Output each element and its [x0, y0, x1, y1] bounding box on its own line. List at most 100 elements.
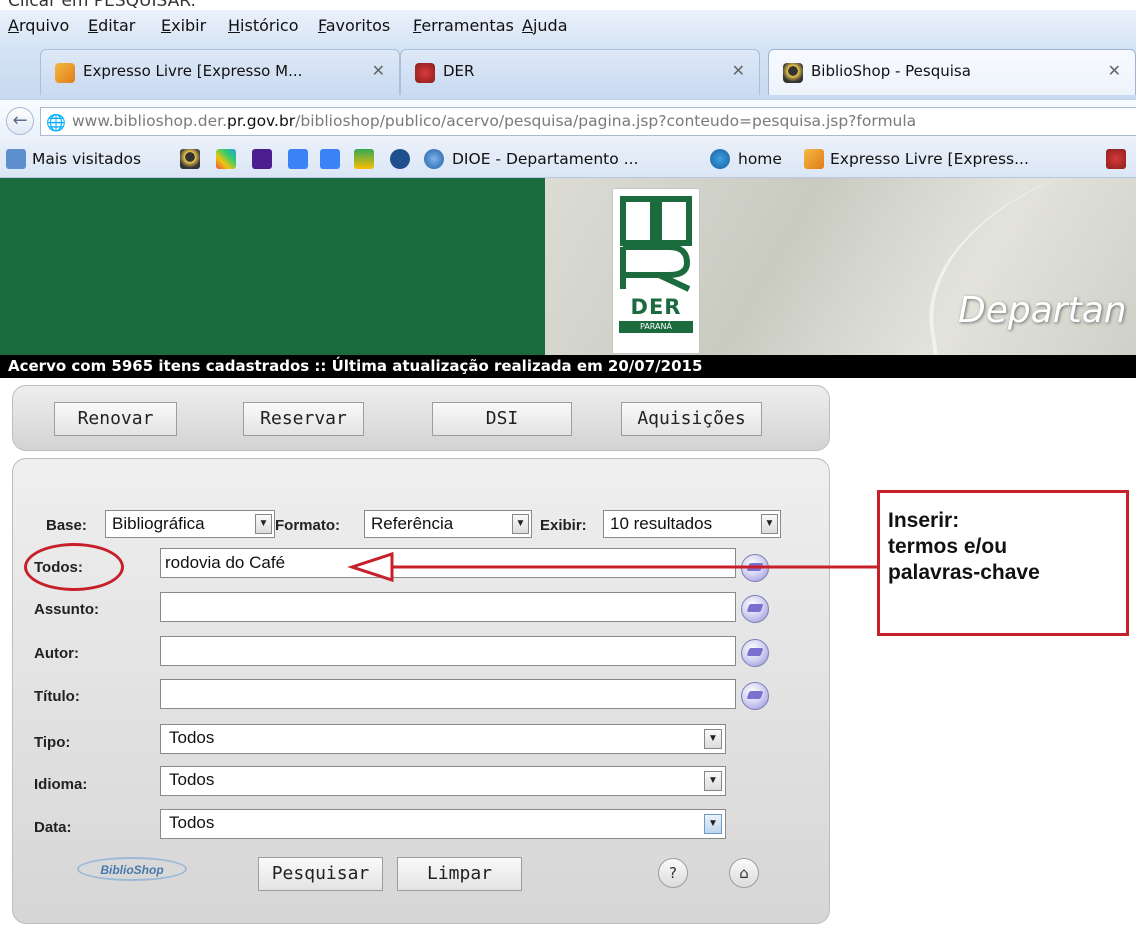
banner-heading: Departan	[958, 290, 1127, 331]
chevron-down-icon: ▼	[761, 514, 778, 534]
cut-instruction-text: Clicar em PESQUISAR.	[0, 0, 1136, 10]
menu-ferramentas[interactable]: Ferramentas	[413, 16, 514, 35]
expresso-icon[interactable]	[804, 149, 824, 169]
tab-title: Expresso Livre [Expresso M...	[83, 62, 303, 80]
tipo-label: Tipo:	[34, 734, 71, 751]
der-icon[interactable]	[1106, 149, 1126, 169]
idioma-value: Todos	[169, 770, 215, 789]
aquisicoes-button[interactable]: Aquisições	[621, 402, 762, 436]
idioma-label: Idioma:	[34, 776, 88, 793]
renovar-button[interactable]: Renovar	[54, 402, 177, 436]
windows-icon[interactable]	[216, 149, 236, 169]
close-icon[interactable]: ✕	[1108, 61, 1121, 80]
bookmark-home[interactable]: home	[738, 150, 782, 168]
data-label: Data:	[34, 819, 72, 836]
address-bar[interactable]: 🌐 www.biblioshop.der.pr.gov.br/bibliosho…	[40, 107, 1136, 136]
autor-input[interactable]	[160, 636, 736, 666]
url-text: www.biblioshop.der.pr.gov.br/biblioshop/…	[72, 112, 917, 130]
globe-icon: 🌐	[46, 113, 66, 132]
action-buttons-panel: Renovar Reservar DSI Aquisições	[12, 385, 830, 451]
callout-line-3: palavras-chave	[888, 561, 1040, 584]
menu-historico[interactable]: Histórico	[228, 16, 298, 35]
expresso-tab-icon	[55, 63, 75, 83]
menu-ajuda[interactable]: Ajuda	[522, 16, 568, 35]
base-label: Base:	[46, 517, 87, 534]
data-value: Todos	[169, 813, 215, 832]
todos-highlight-ellipse	[24, 543, 124, 591]
formato-select[interactable]: Referência ▼	[364, 510, 532, 538]
data-select[interactable]: Todos ▼	[160, 809, 726, 839]
callout-line-1: Inserir:	[888, 509, 960, 532]
formato-label: Formato:	[275, 517, 340, 534]
collection-info-bar: Acervo com 5965 itens cadastrados :: Últ…	[0, 355, 1136, 378]
help-icon[interactable]: ?	[658, 858, 688, 888]
tab-bar: Expresso Livre [Expresso M... ✕ DER ✕ Bi…	[0, 43, 1136, 99]
titulo-label: Título:	[34, 688, 80, 705]
chevron-down-icon: ▼	[512, 514, 529, 534]
chevron-down-icon: ▼	[704, 729, 722, 749]
navigation-bar: ← 🌐 www.biblioshop.der.pr.gov.br/biblios…	[0, 99, 1136, 142]
titulo-input[interactable]	[160, 679, 736, 709]
bookmark-expresso[interactable]: Expresso Livre [Express...	[830, 150, 1029, 168]
google-icon[interactable]	[320, 149, 340, 169]
menu-arquivo[interactable]: Arquivo	[8, 16, 69, 35]
tipo-value: Todos	[169, 728, 215, 747]
exibir-value: 10 resultados	[610, 514, 713, 533]
der-logo: DER PARANÁ	[612, 188, 700, 354]
todos-value: rodovia do Café	[165, 553, 286, 572]
bookmarks-bar: Mais visitados DIOE - Departamento ... h…	[0, 141, 1136, 178]
home-site-icon[interactable]	[710, 149, 730, 169]
biblioshop-logo: BiblioShop	[77, 857, 187, 881]
penguin-icon[interactable]	[180, 149, 200, 169]
tab-expresso[interactable]: Expresso Livre [Expresso M... ✕	[40, 49, 400, 95]
logo-state: PARANÁ	[619, 321, 693, 333]
titulo-book-icon[interactable]	[741, 682, 769, 710]
home-icon[interactable]: ⌂	[729, 858, 759, 888]
tab-biblioshop[interactable]: BiblioShop - Pesquisa ✕	[768, 49, 1136, 95]
callout-line-2: termos e/ou	[888, 535, 1008, 558]
todos-input[interactable]: rodovia do Café	[160, 548, 736, 578]
site-banner: DER PARANÁ Departan	[0, 178, 1136, 355]
messenger-icon[interactable]	[390, 149, 410, 169]
globe-icon[interactable]	[424, 149, 444, 169]
dsi-button[interactable]: DSI	[432, 402, 572, 436]
tab-title: DER	[443, 62, 475, 80]
tab-title: BiblioShop - Pesquisa	[811, 62, 971, 80]
tab-der[interactable]: DER ✕	[400, 49, 760, 95]
maps-icon[interactable]	[354, 149, 374, 169]
exibir-label: Exibir:	[540, 517, 587, 534]
banner-green-area	[0, 178, 545, 355]
close-icon[interactable]: ✕	[732, 61, 745, 80]
reservar-button[interactable]: Reservar	[243, 402, 364, 436]
autor-label: Autor:	[34, 645, 79, 662]
assunto-input[interactable]	[160, 592, 736, 622]
menu-favoritos[interactable]: Favoritos	[318, 16, 390, 35]
chevron-down-icon: ▼	[704, 814, 722, 834]
bookmark-mais-visitados[interactable]: Mais visitados	[32, 150, 141, 168]
search-panel: Base: Bibliográfica ▼ Formato: Referênci…	[12, 458, 830, 924]
yahoo-icon[interactable]	[252, 149, 272, 169]
idioma-select[interactable]: Todos ▼	[160, 766, 726, 796]
der-tab-icon	[415, 63, 435, 83]
menu-editar[interactable]: Editar	[88, 16, 135, 35]
assunto-label: Assunto:	[34, 601, 99, 618]
bookmark-dioe[interactable]: DIOE - Departamento ...	[452, 150, 638, 168]
biblioshop-tab-icon	[783, 63, 803, 83]
chevron-down-icon: ▼	[255, 514, 272, 534]
close-icon[interactable]: ✕	[372, 61, 385, 80]
pesquisar-button[interactable]: Pesquisar	[258, 857, 383, 891]
formato-value: Referência	[371, 514, 454, 533]
autor-book-icon[interactable]	[741, 639, 769, 667]
tipo-select[interactable]: Todos ▼	[160, 724, 726, 754]
exibir-select[interactable]: 10 resultados ▼	[603, 510, 781, 538]
limpar-button[interactable]: Limpar	[397, 857, 522, 891]
google-icon[interactable]	[288, 149, 308, 169]
menu-exibir[interactable]: Exibir	[161, 16, 206, 35]
base-select[interactable]: Bibliográfica ▼	[105, 510, 275, 538]
bookmarks-page-icon	[6, 149, 26, 169]
back-button[interactable]: ←	[6, 107, 34, 135]
todos-book-icon[interactable]	[741, 554, 769, 582]
base-value: Bibliográfica	[112, 514, 205, 533]
assunto-book-icon[interactable]	[741, 595, 769, 623]
annotation-callout: Inserir: termos e/ou palavras-chave	[877, 490, 1129, 636]
